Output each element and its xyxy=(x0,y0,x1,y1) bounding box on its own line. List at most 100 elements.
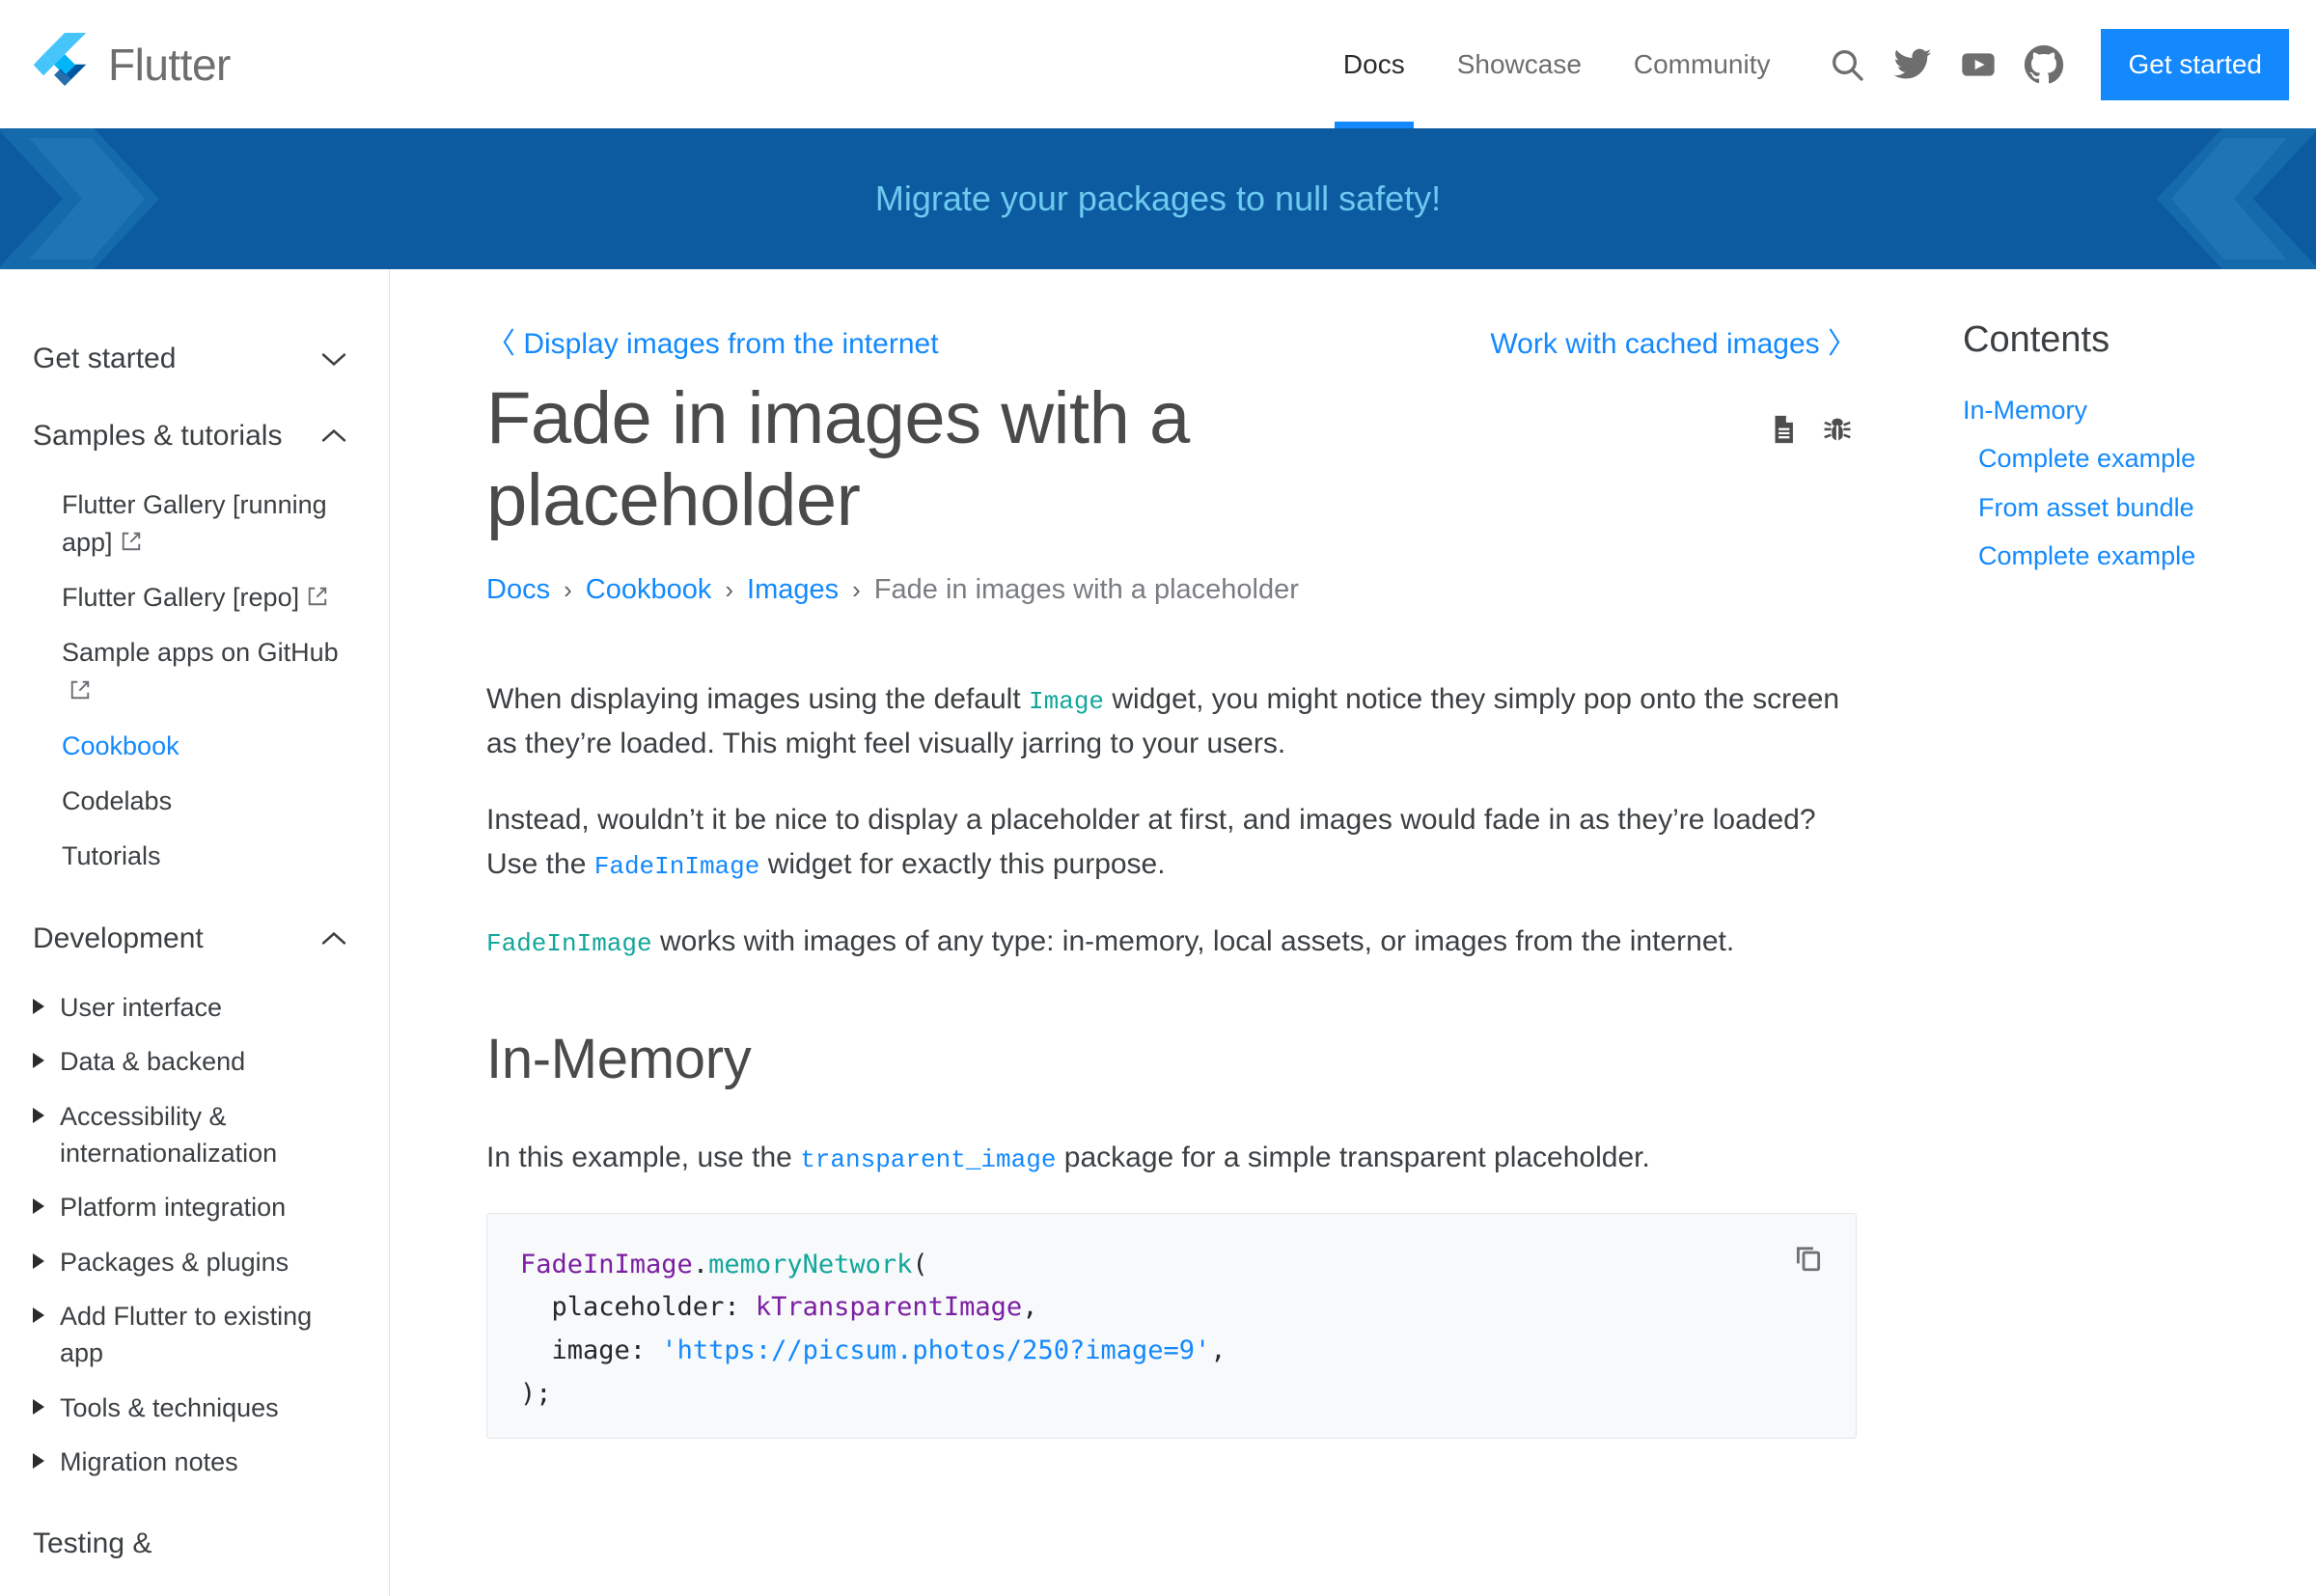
page-body: Get started Samples & tutorials Flutter … xyxy=(0,269,2316,1596)
code-token: . xyxy=(692,1249,709,1280)
breadcrumb-item-current: Fade in images with a placeholder xyxy=(873,574,1299,606)
sidebar-item-label: Packages & plugins xyxy=(60,1247,290,1277)
nav-item-docs[interactable]: Docs xyxy=(1317,0,1431,128)
banner-link[interactable]: Migrate your packages to null safety! xyxy=(875,179,1441,219)
article-body: When displaying images using the default… xyxy=(486,677,1857,1440)
sidebar-item-sample-apps-on-github[interactable]: Sample apps on GitHub xyxy=(0,625,389,718)
sidebar-section-label: Samples & tutorials xyxy=(33,420,283,452)
code-token: kTransparentImage xyxy=(755,1292,1023,1323)
triangle-right-icon xyxy=(33,1053,44,1069)
sidebar-item-data-backend[interactable]: Data & backend xyxy=(0,1034,389,1088)
breadcrumb-item-cookbook[interactable]: Cookbook xyxy=(586,574,712,606)
text-fragment: When displaying images using the default xyxy=(486,683,1030,716)
next-page-label: Work with cached images xyxy=(1490,328,1820,360)
code-token: , xyxy=(1210,1335,1227,1366)
sidebar-section-label: Get started xyxy=(33,343,177,374)
breadcrumb-item-images[interactable]: Images xyxy=(747,574,839,606)
toc-title: Contents xyxy=(1963,319,2110,360)
get-started-button[interactable]: Get started xyxy=(2101,28,2289,100)
chevron-up-icon xyxy=(321,428,346,442)
code-token: memoryNetwork xyxy=(708,1249,913,1280)
code-token: ); xyxy=(520,1378,552,1409)
paragraph-intro: When displaying images using the default… xyxy=(486,677,1857,765)
sidebar-section-label: Development xyxy=(33,922,204,955)
primary-nav: Docs Showcase Community xyxy=(1317,0,1797,128)
triangle-right-icon xyxy=(33,1398,44,1415)
youtube-icon[interactable] xyxy=(1948,35,2008,95)
copy-icon[interactable] xyxy=(1786,1235,1831,1280)
sidebar-item-codelabs[interactable]: Codelabs xyxy=(0,774,389,829)
sidebar-item-tools-techniques[interactable]: Tools & techniques xyxy=(0,1381,389,1435)
announcement-banner: Migrate your packages to null safety! xyxy=(0,128,2316,269)
text-fragment: works with images of any type: in-memory… xyxy=(651,924,1735,957)
sidebar-item-accessibility-internationalization[interactable]: Accessibility & internationalization xyxy=(0,1089,389,1181)
code-token: 'https://picsum.photos/250?image=9' xyxy=(661,1335,1211,1366)
triangle-right-icon xyxy=(33,1107,44,1123)
page-source-icon[interactable] xyxy=(1764,410,1803,449)
nav-item-showcase[interactable]: Showcase xyxy=(1431,0,1608,128)
paragraph-in-this-example: In this example, use the transparent_ima… xyxy=(486,1136,1857,1180)
paragraph-works-with: FadeInImage works with images of any typ… xyxy=(486,920,1857,964)
page-action-icons xyxy=(1764,377,1857,449)
sidebar-item-cookbook[interactable]: Cookbook xyxy=(0,719,389,774)
nav-item-community[interactable]: Community xyxy=(1608,0,1797,128)
main-content: 〈 Display images from the internet Work … xyxy=(390,269,1926,1596)
github-icon[interactable] xyxy=(2014,35,2074,95)
brand-home-link[interactable]: Flutter xyxy=(33,32,231,96)
text-fragment: package for a simple transparent placeho… xyxy=(1056,1142,1650,1174)
sidebar-item-label: Flutter Gallery [running app] xyxy=(62,490,327,558)
code-block: FadeInImage.memoryNetwork( placeholder: … xyxy=(486,1212,1857,1440)
code-token: ( xyxy=(912,1249,928,1280)
page-pager: 〈 Display images from the internet Work … xyxy=(486,319,1857,362)
twitter-icon[interactable] xyxy=(1883,35,1943,95)
text-fragment: widget for exactly this purpose. xyxy=(759,848,1166,880)
page-title: Fade in images with a placeholder xyxy=(486,377,1190,542)
external-link-icon xyxy=(308,588,327,606)
sidebar-section-development[interactable]: Development xyxy=(0,909,389,969)
toc-item-from-asset-bundle[interactable]: From asset bundle xyxy=(1963,483,2277,532)
breadcrumb-separator-icon: › xyxy=(852,575,861,605)
code-image-widget: Image xyxy=(1029,687,1105,717)
sidebar-item-packages-plugins[interactable]: Packages & plugins xyxy=(0,1235,389,1289)
next-page-link[interactable]: Work with cached images 〉 xyxy=(1490,319,1857,362)
sidebar-item-platform-integration[interactable]: Platform integration xyxy=(0,1180,389,1234)
chevron-up-icon xyxy=(321,931,346,945)
prev-page-label: Display images from the internet xyxy=(523,328,939,360)
search-icon[interactable] xyxy=(1817,35,1877,95)
sidebar-item-flutter-gallery-repo[interactable]: Flutter Gallery [repo] xyxy=(0,570,389,625)
sidebar-development-list: User interface Data & backend Accessibil… xyxy=(0,969,389,1514)
sidebar-item-user-interface[interactable]: User interface xyxy=(0,980,389,1034)
code-content: FadeInImage.memoryNetwork( placeholder: … xyxy=(520,1245,1819,1417)
sidebar-item-label: Migration notes xyxy=(60,1447,238,1477)
sidebar-item-label: Accessibility & internationalization xyxy=(60,1101,278,1169)
code-token: FadeInImage xyxy=(520,1249,693,1280)
sidebar-item-add-flutter-to-existing-app[interactable]: Add Flutter to existing app xyxy=(0,1289,389,1381)
sidebar-section-samples-tutorials[interactable]: Samples & tutorials xyxy=(0,406,389,466)
triangle-right-icon xyxy=(33,1453,44,1470)
toc-item-in-memory[interactable]: In-Memory xyxy=(1963,386,2277,434)
section-heading-in-memory: In-Memory xyxy=(486,1028,752,1091)
sidebar-item-tutorials[interactable]: Tutorials xyxy=(0,829,389,884)
chevron-left-icon: 〈 xyxy=(486,328,515,360)
sidebar-samples-list: Flutter Gallery [running app] Flutter Ga… xyxy=(0,466,389,909)
toc-item-complete-example-1[interactable]: Complete example xyxy=(1963,434,2277,482)
external-link-icon xyxy=(122,532,140,551)
chevron-right-icon: 〉 xyxy=(1828,328,1857,360)
prev-page-link[interactable]: 〈 Display images from the internet xyxy=(486,319,939,362)
banner-chevron-right-decoration xyxy=(2157,128,2316,269)
table-of-contents: Contents In-Memory Complete example From… xyxy=(1926,269,2316,1596)
sidebar-item-migration-notes[interactable]: Migration notes xyxy=(0,1435,389,1489)
code-token: , xyxy=(1022,1292,1038,1323)
sidebar-item-label: Tools & techniques xyxy=(60,1392,279,1422)
banner-chevron-left-decoration xyxy=(0,128,159,269)
code-link-fadeinimage[interactable]: FadeInImage xyxy=(594,852,760,881)
sidebar-section-get-started[interactable]: Get started xyxy=(0,329,389,389)
breadcrumb-item-docs[interactable]: Docs xyxy=(486,574,550,606)
sidebar-section-testing[interactable]: Testing & xyxy=(0,1514,389,1574)
code-link-transparent-image[interactable]: transparent_image xyxy=(800,1145,1056,1174)
toc-item-complete-example-2[interactable]: Complete example xyxy=(1963,532,2277,580)
sidebar-item-label: Platform integration xyxy=(60,1193,287,1223)
bug-report-icon[interactable] xyxy=(1818,410,1857,449)
triangle-right-icon xyxy=(33,1307,44,1324)
sidebar-item-flutter-gallery-running-app[interactable]: Flutter Gallery [running app] xyxy=(0,478,389,570)
